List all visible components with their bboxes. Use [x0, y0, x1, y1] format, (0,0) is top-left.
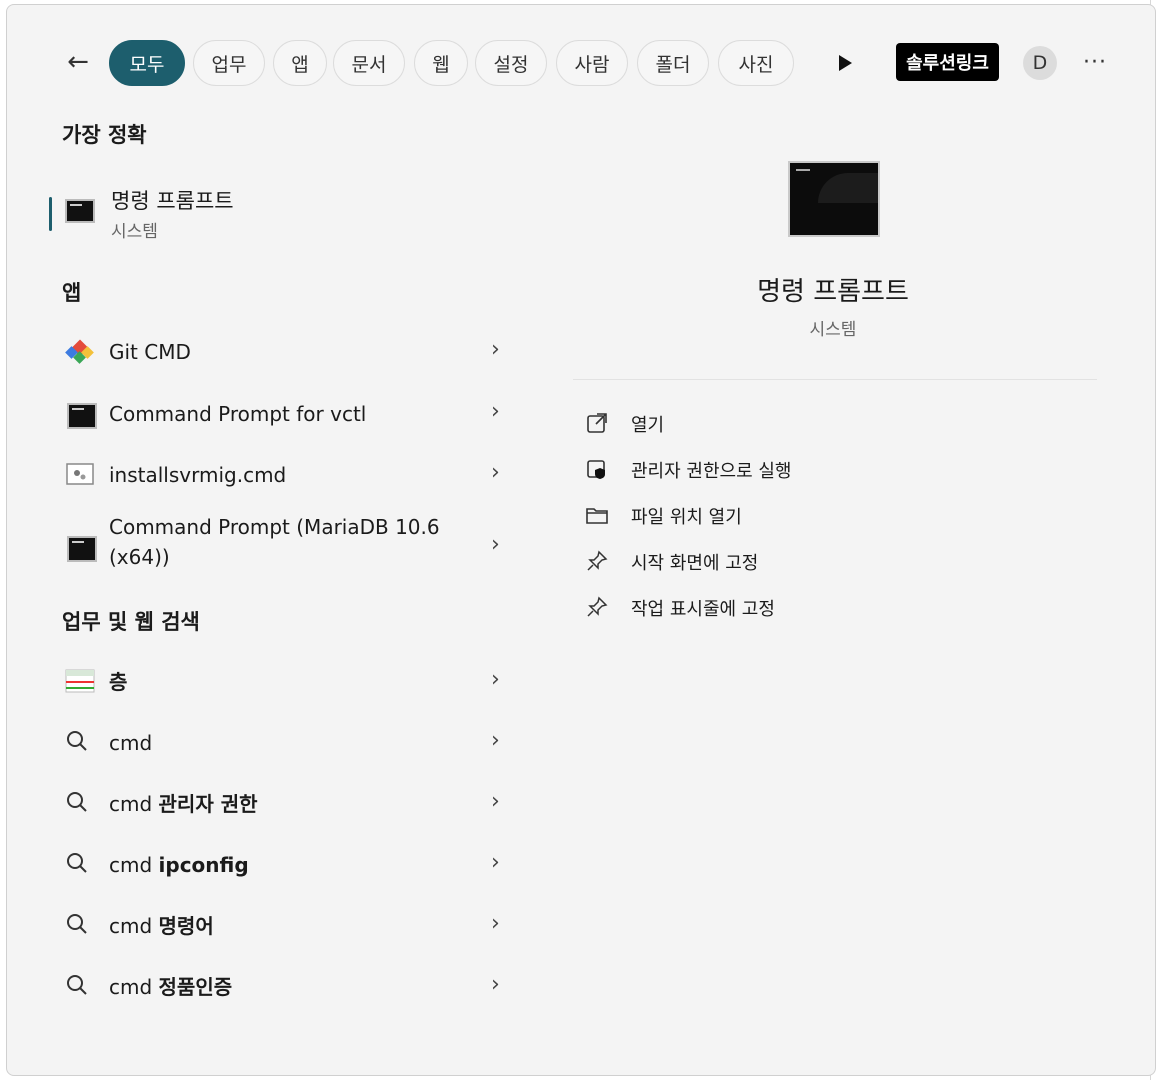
search-icon: [65, 851, 95, 877]
avatar[interactable]: D: [1023, 46, 1057, 80]
folder-icon: [585, 503, 611, 529]
tab-people[interactable]: 사람: [556, 40, 628, 86]
best-match-item[interactable]: 명령 프롬프트 시스템: [49, 175, 519, 247]
chevron-right-icon[interactable]: ›: [491, 972, 511, 998]
web-item-cmd[interactable]: cmd ›: [55, 714, 525, 770]
selection-indicator: [49, 197, 52, 231]
script-file-icon: [65, 461, 95, 487]
section-best-match: 가장 정확: [62, 123, 147, 147]
search-icon: [65, 729, 95, 755]
chevron-right-icon[interactable]: ›: [491, 850, 511, 876]
tab-folders[interactable]: 폴더: [637, 40, 709, 86]
command-prompt-icon: [67, 403, 97, 429]
best-match-subtitle: 시스템: [111, 222, 158, 242]
app-item-installsvrmig[interactable]: installsvrmig.cmd ›: [55, 446, 525, 502]
chevron-right-icon[interactable]: ›: [491, 911, 511, 937]
divider: [573, 379, 1097, 380]
chevron-right-icon[interactable]: ›: [491, 532, 511, 558]
app-label: Command Prompt (MariaDB 10.6 (x64)): [109, 512, 440, 572]
web-label: cmd ipconfig: [109, 853, 249, 877]
action-label: 관리자 권한으로 실행: [631, 461, 792, 482]
pin-icon: [585, 595, 611, 621]
search-icon: [65, 790, 95, 816]
chevron-right-icon[interactable]: ›: [491, 789, 511, 815]
git-icon: [65, 338, 95, 364]
tab-apps[interactable]: 앱: [273, 40, 327, 86]
app-label: Git CMD: [109, 340, 191, 364]
web-label: cmd 관리자 권한: [109, 792, 258, 816]
web-item-cmd-admin[interactable]: cmd 관리자 권한 ›: [55, 775, 525, 831]
web-item-cmd-ipconfig[interactable]: cmd ipconfig ›: [55, 836, 525, 892]
chevron-right-icon[interactable]: ›: [491, 399, 511, 425]
action-label: 파일 위치 열기: [631, 507, 742, 528]
shield-icon: [585, 457, 611, 483]
web-label: 층: [109, 670, 128, 694]
action-label: 열기: [631, 415, 665, 436]
web-label: cmd: [109, 731, 153, 755]
chevron-right-icon[interactable]: ›: [491, 337, 511, 363]
detail-subtitle: 시스템: [809, 320, 857, 340]
app-label-line1: Command Prompt (MariaDB 10.6: [109, 515, 440, 539]
web-item-floor[interactable]: 층 ›: [55, 653, 525, 709]
pin-icon: [585, 549, 611, 575]
detail-title: 명령 프롬프트: [757, 277, 909, 307]
section-web-search: 업무 및 웹 검색: [62, 610, 200, 634]
action-pin-to-taskbar[interactable]: 작업 표시줄에 고정: [585, 591, 1005, 625]
web-item-cmd-commands[interactable]: cmd 명령어 ›: [55, 897, 525, 953]
search-icon: [65, 973, 95, 999]
app-label-line2: (x64)): [109, 545, 170, 569]
app-preview-icon: [788, 161, 880, 237]
tab-work[interactable]: 업무: [193, 40, 265, 86]
back-arrow-icon[interactable]: ←: [63, 47, 93, 77]
search-panel: ← 모두 업무 앱 문서 웹 설정 사람 폴더 사진 솔루션링크 D ··· 가…: [6, 4, 1156, 1076]
app-item-vctl[interactable]: Command Prompt for vctl ›: [55, 385, 525, 441]
best-match-title: 명령 프롬프트: [111, 189, 234, 213]
web-label: cmd 명령어: [109, 914, 214, 938]
tab-all[interactable]: 모두: [109, 40, 185, 86]
tab-web[interactable]: 웹: [414, 40, 468, 86]
app-item-mariadb-prompt[interactable]: Command Prompt (MariaDB 10.6 (x64)) ›: [55, 508, 525, 584]
action-run-as-admin[interactable]: 관리자 권한으로 실행: [585, 453, 1005, 487]
app-label: Command Prompt for vctl: [109, 402, 367, 426]
action-label: 시작 화면에 고정: [631, 553, 759, 574]
organization-button[interactable]: 솔루션링크: [896, 43, 999, 81]
play-more-filters-icon[interactable]: [833, 51, 857, 75]
section-apps: 앱: [62, 281, 82, 305]
app-label: installsvrmig.cmd: [109, 463, 287, 487]
app-item-git-cmd[interactable]: Git CMD ›: [55, 323, 525, 379]
chevron-right-icon[interactable]: ›: [491, 460, 511, 486]
command-prompt-icon: [65, 199, 95, 223]
tab-settings[interactable]: 설정: [475, 40, 547, 86]
command-prompt-icon: [67, 536, 97, 562]
action-label: 작업 표시줄에 고정: [631, 599, 775, 620]
spreadsheet-icon: [65, 668, 95, 694]
tab-photos[interactable]: 사진: [718, 40, 794, 86]
web-label: cmd 정품인증: [109, 975, 233, 999]
tab-documents[interactable]: 문서: [333, 40, 405, 86]
chevron-right-icon[interactable]: ›: [491, 667, 511, 693]
action-open[interactable]: 열기: [585, 407, 1005, 441]
search-icon: [65, 912, 95, 938]
chevron-right-icon[interactable]: ›: [491, 728, 511, 754]
action-pin-to-start[interactable]: 시작 화면에 고정: [585, 545, 1005, 579]
web-item-cmd-activation[interactable]: cmd 정품인증 ›: [55, 958, 525, 1014]
action-open-file-location[interactable]: 파일 위치 열기: [585, 499, 1005, 533]
more-options-icon[interactable]: ···: [1079, 48, 1111, 78]
open-external-icon: [585, 411, 611, 437]
